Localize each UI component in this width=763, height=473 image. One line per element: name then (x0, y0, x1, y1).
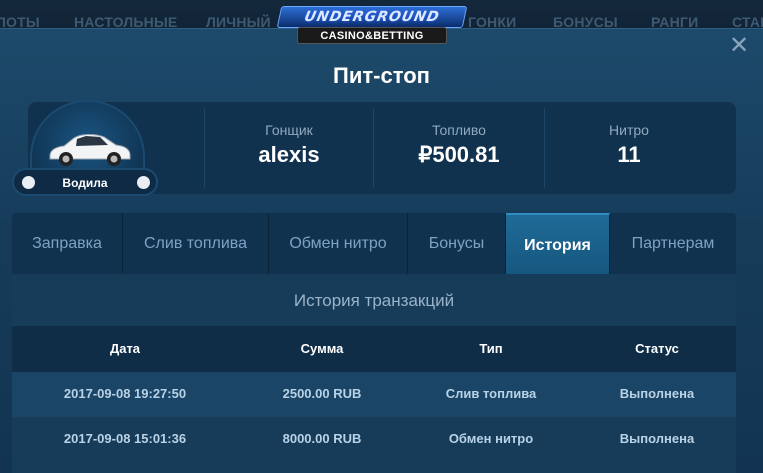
stat-nitro-label: Нитро (609, 122, 649, 138)
stat-fuel: Топливо ₽500.81 (374, 102, 544, 194)
stat-racer: Гонщик alexis (205, 102, 373, 194)
stat-racer-value: alexis (258, 142, 320, 167)
site-logo[interactable]: UNDERGROUND CASINO&BETTING (271, 2, 473, 46)
stat-racer-label: Гонщик (265, 122, 313, 138)
cell-status: Выполнена (619, 431, 695, 446)
logo-wordmark: UNDERGROUND (302, 9, 442, 25)
table-row: 2017-09-08 19:27:50 2500.00 RUB Слив топ… (12, 372, 736, 417)
tab-bar: Заправка Слив топлива Обмен нитро Бонусы… (12, 213, 736, 274)
column-date: Дата (109, 341, 141, 356)
tab-refuel[interactable]: Заправка (12, 213, 123, 274)
modal-title: Пит-стоп (333, 63, 430, 88)
stat-nitro: Нитро 11 (545, 102, 713, 194)
tab-partners[interactable]: Партнерам (610, 213, 736, 274)
logo-emblem: UNDERGROUND (276, 6, 468, 28)
cell-status: Выполнена (619, 386, 695, 401)
driver-selector[interactable]: Водила (12, 168, 158, 196)
selector-dot-right-icon[interactable] (137, 176, 150, 189)
column-status: Статус (635, 341, 679, 356)
stat-fuel-label: Топливо (432, 122, 486, 138)
driver-label: Водила (62, 176, 108, 190)
tab-nitro-exchange[interactable]: Обмен нитро (269, 213, 408, 274)
history-title: История транзакций (293, 291, 455, 310)
history-panel: История транзакций Дата Сумма Тип Статус… (12, 274, 736, 473)
cell-date: 2017-09-08 15:01:36 (63, 431, 187, 446)
stat-nitro-value: 11 (617, 142, 641, 167)
car-icon (49, 134, 131, 166)
tab-bonuses[interactable]: Бонусы (408, 213, 506, 274)
cell-date: 2017-09-08 19:27:50 (63, 386, 187, 401)
stat-fuel-value: ₽500.81 (418, 142, 500, 167)
logo-subtitle: CASINO&BETTING (297, 27, 447, 44)
table-row: 2017-09-08 15:01:36 8000.00 RUB Обмен ни… (12, 417, 736, 462)
table-header: Дата Сумма Тип Статус (12, 326, 736, 372)
tab-fuel-drain[interactable]: Слив топлива (123, 213, 269, 274)
close-icon[interactable]: ✕ (727, 34, 751, 58)
tab-history[interactable]: История (506, 213, 610, 274)
